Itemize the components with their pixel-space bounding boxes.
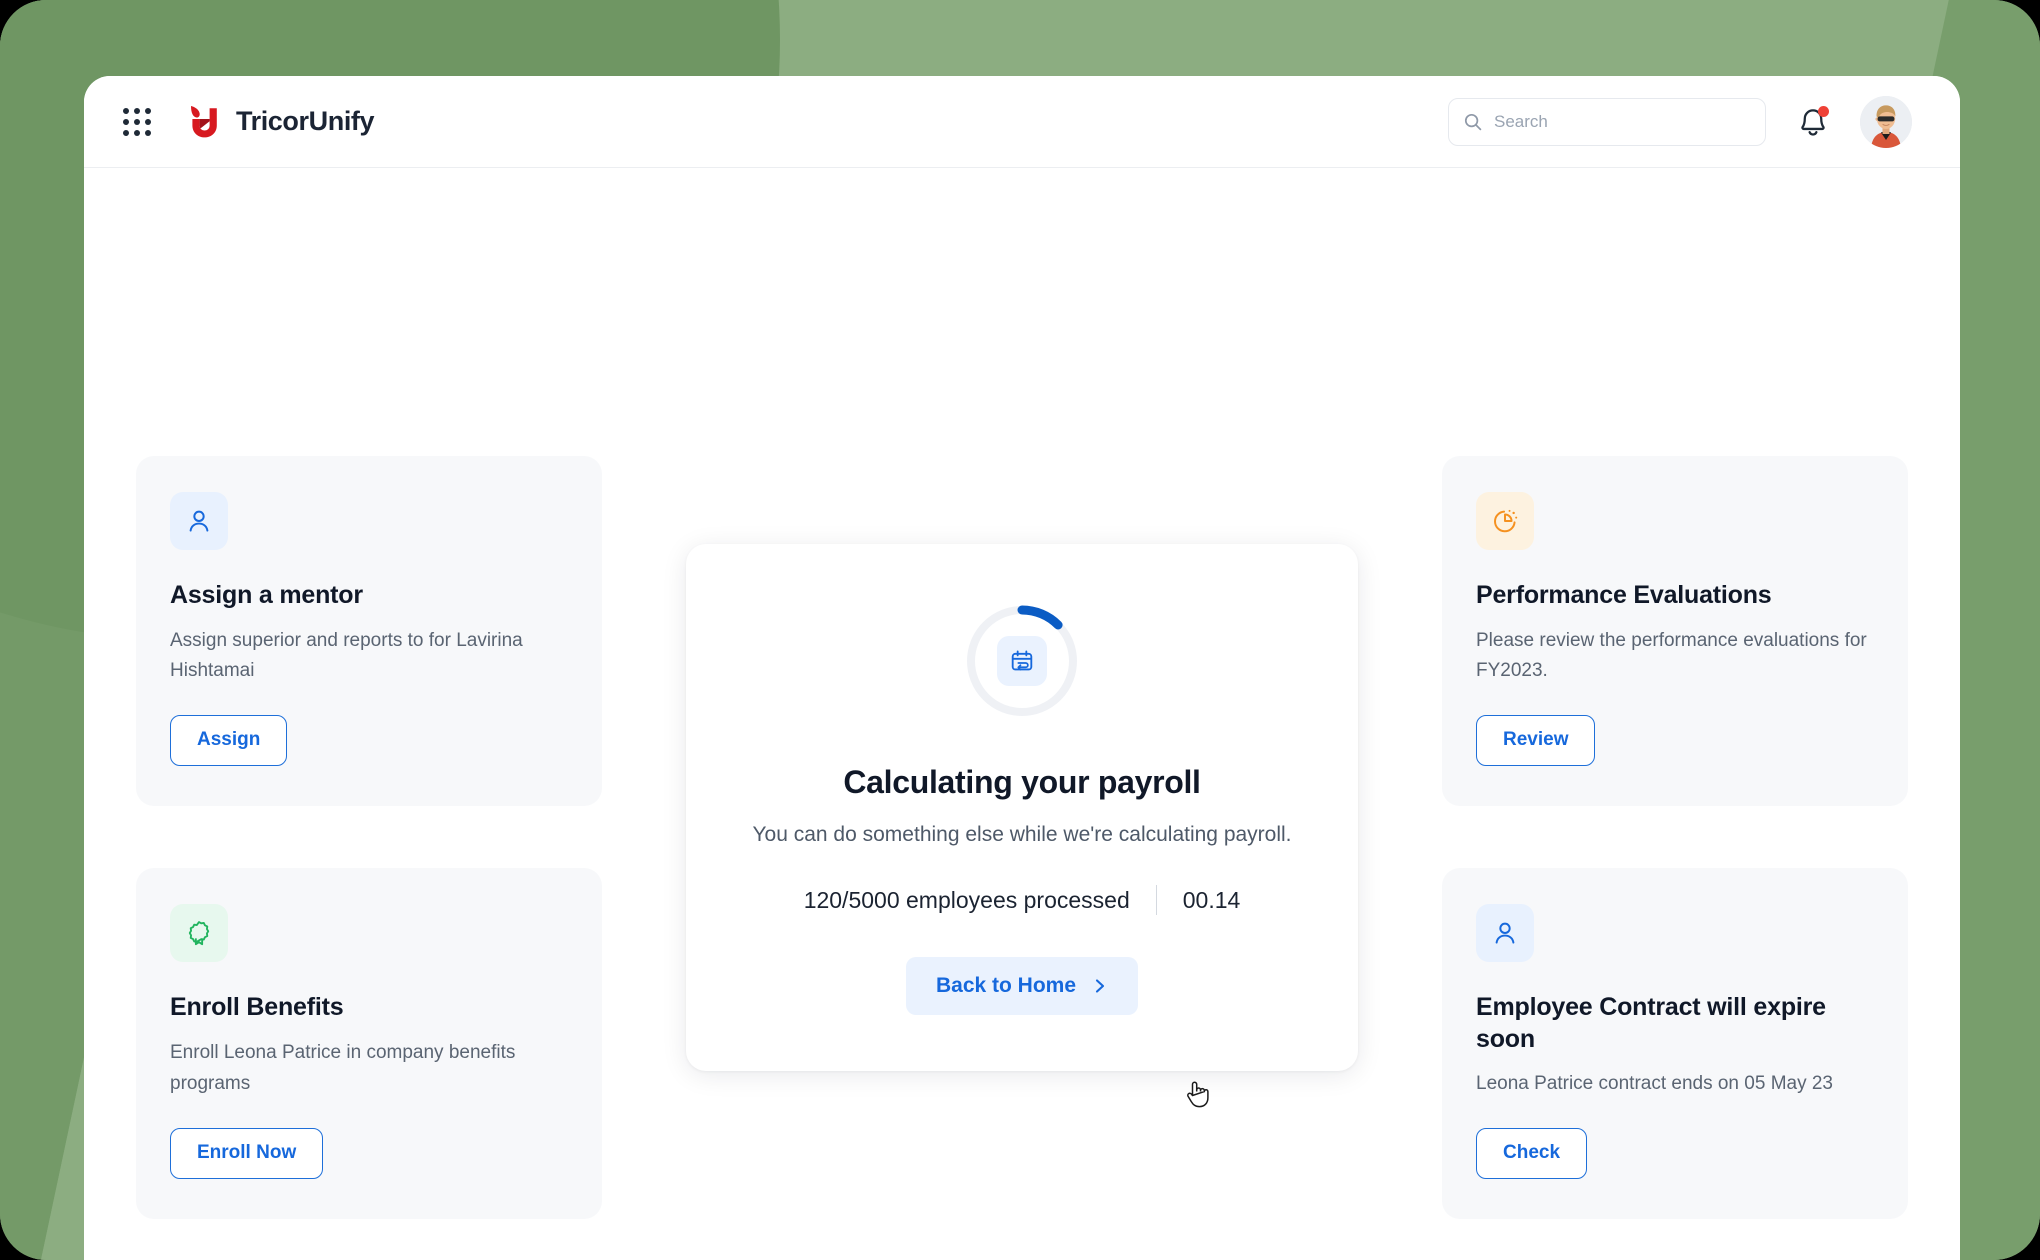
card-description: Please review the performance evaluation…: [1476, 629, 1867, 682]
review-button[interactable]: Review: [1476, 715, 1596, 767]
user-icon: [1495, 923, 1515, 944]
pie-chart-sparkle-icon: [1494, 509, 1518, 533]
user-icon-badge: [1476, 904, 1534, 963]
card-title: Employee Contract will expire soon: [1476, 993, 1826, 1053]
check-button[interactable]: Check: [1476, 1128, 1588, 1180]
app-window: TricorUnify Search Assign a mentor Assig…: [84, 76, 1960, 1260]
payroll-title: Calculating your payroll: [843, 764, 1201, 800]
card-description: Leona Patrice contract ends on 05 May 23: [1476, 1073, 1834, 1095]
screen-frame: TricorUnify Search Assign a mentor Assig…: [0, 0, 2040, 1260]
user-icon-badge: [170, 492, 228, 550]
search-icon: [1464, 113, 1482, 130]
top-navigation-bar: TricorUnify: [84, 76, 1960, 168]
left-column: Assign a mentor Assign superior and repo…: [136, 456, 602, 1219]
notification-badge: [1818, 105, 1829, 117]
calendar-sync-icon: [1011, 650, 1033, 671]
card-title: Enroll Benefits: [170, 993, 344, 1022]
center-column: Calculating your payroll You can do some…: [686, 456, 1358, 1071]
user-icon: [189, 510, 209, 532]
assign-button[interactable]: Assign: [170, 715, 288, 767]
payroll-status-card: Calculating your payroll You can do some…: [686, 544, 1358, 1071]
topbar-right-group: [1448, 95, 1912, 148]
main-content: Assign a mentor Assign superior and repo…: [84, 168, 1960, 1260]
pie-chart-icon-badge: [1476, 492, 1534, 550]
performance-evaluations-card: Performance Evaluations Please review th…: [1442, 456, 1908, 807]
card-title: Performance Evaluations: [1476, 581, 1772, 609]
card-description: Assign superior and reports to for Lavir…: [170, 629, 523, 682]
tricor-u-logo-icon: [191, 105, 217, 137]
search-box[interactable]: [1448, 97, 1766, 146]
contract-expiry-card: Employee Contract will expire soon Leona…: [1442, 868, 1908, 1220]
assign-mentor-card: Assign a mentor Assign superior and repo…: [136, 456, 602, 807]
payroll-subtitle: You can do something else while we're ca…: [752, 823, 1292, 846]
notifications-button[interactable]: [1796, 105, 1830, 139]
employees-processed-label: 120/5000 employees processed: [803, 886, 1130, 913]
enroll-benefits-card: Enroll Benefits Enroll Leona Patrice in …: [136, 868, 602, 1219]
card-description: Enroll Leona Patrice in company benefits…: [170, 1041, 516, 1094]
brand-logo[interactable]: TricorUnify: [188, 104, 375, 140]
chevron-right-icon: [1095, 979, 1105, 993]
elapsed-time-label: 00.14: [1182, 886, 1241, 913]
cards-layout: Assign a mentor Assign superior and repo…: [136, 456, 1908, 1220]
back-to-home-button[interactable]: Back to Home: [905, 957, 1139, 1015]
payroll-stats-row: 120/5000 employees processed 00.14: [742, 885, 1302, 915]
award-badge-icon: [188, 921, 210, 946]
search-input[interactable]: [1494, 111, 1751, 132]
brand-name-label: TricorUnify: [236, 106, 375, 136]
calendar-sync-icon-badge: [997, 636, 1047, 686]
enroll-now-button[interactable]: Enroll Now: [170, 1127, 324, 1179]
back-to-home-label: Back to Home: [935, 974, 1077, 997]
card-title: Assign a mentor: [170, 581, 363, 609]
right-column: Performance Evaluations Please review th…: [1442, 456, 1908, 1220]
payroll-progress-spinner: [963, 602, 1081, 720]
grid-apps-icon[interactable]: [120, 105, 154, 139]
award-icon-badge: [170, 904, 228, 963]
user-avatar[interactable]: [1860, 95, 1912, 148]
stats-divider: [1155, 885, 1157, 915]
